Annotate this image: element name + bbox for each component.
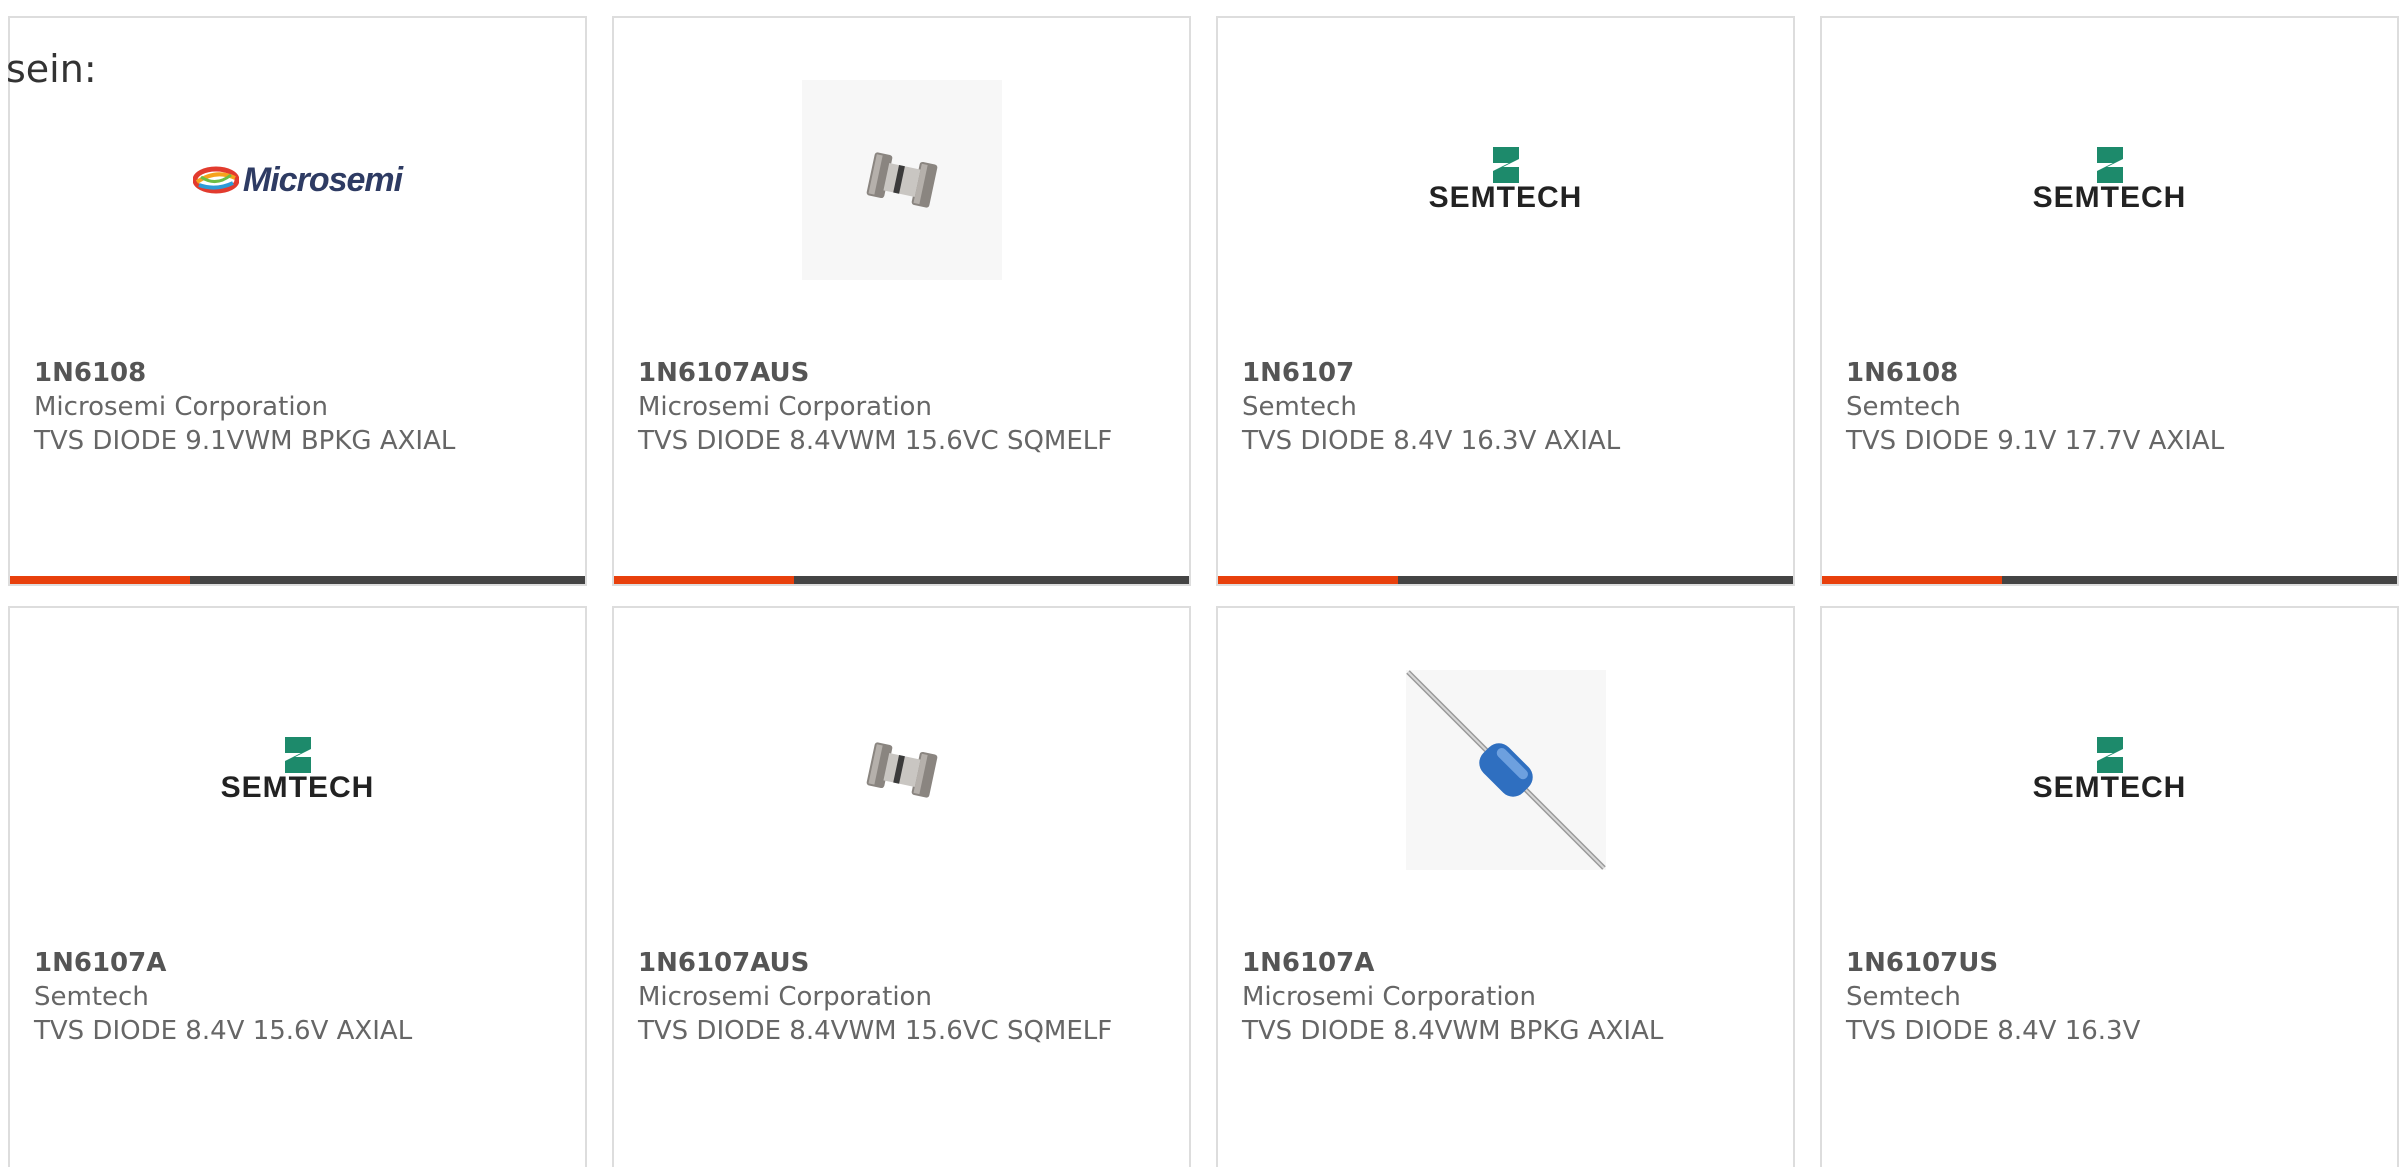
card-accent-bar <box>1822 576 2002 584</box>
melf-diode-photo <box>801 670 1002 870</box>
product-image <box>614 670 1189 870</box>
melf-diode-icon <box>866 152 937 208</box>
card-bottom-bar <box>1822 576 2397 584</box>
description: TVS DIODE 9.1V 17.7V AXIAL <box>1846 426 2225 456</box>
description: TVS DIODE 8.4V 15.6V AXIAL <box>34 1016 413 1046</box>
card-accent-bar <box>1218 576 1398 584</box>
description: TVS DIODE 8.4V 16.3V AXIAL <box>1242 426 1621 456</box>
axial-diode-photo <box>1405 670 1606 870</box>
product-image: SEMTECH <box>1218 80 1793 280</box>
description: TVS DIODE 8.4VWM BPKG AXIAL <box>1242 1016 1664 1046</box>
manufacturer: Semtech <box>1242 392 1357 422</box>
product-info: 1N6107US Semtech TVS DIODE 8.4V 16.3V <box>1846 946 2373 1048</box>
semtech-mark-icon <box>1492 147 1519 183</box>
semtech-mark-icon <box>284 737 311 773</box>
semtech-logo: SEMTECH <box>2033 147 2187 213</box>
semtech-mark-icon <box>2096 147 2123 183</box>
product-grid-page: sein: Microsemi 1N6108 Microsemi Corpora… <box>0 0 2400 1167</box>
product-image <box>1218 670 1793 870</box>
product-info: 1N6107AUS Microsemi Corporation TVS DIOD… <box>638 356 1165 458</box>
product-card[interactable]: 1N6107A Microsemi Corporation TVS DIODE … <box>1216 606 1795 1167</box>
product-grid: Microsemi 1N6108 Microsemi Corporation T… <box>8 16 2399 1167</box>
manufacturer: Semtech <box>1846 982 1961 1012</box>
description: TVS DIODE 9.1VWM BPKG AXIAL <box>34 426 456 456</box>
description: TVS DIODE 8.4VWM 15.6VC SQMELF <box>638 426 1113 456</box>
product-image: SEMTECH <box>1822 80 2397 280</box>
part-number[interactable]: 1N6107AUS <box>638 946 1165 980</box>
part-number[interactable]: 1N6107US <box>1846 946 2373 980</box>
product-image: Microsemi <box>10 80 585 280</box>
card-accent-bar <box>10 576 190 584</box>
product-card[interactable]: 1N6107AUS Microsemi Corporation TVS DIOD… <box>612 16 1191 586</box>
part-number[interactable]: 1N6108 <box>34 356 561 390</box>
manufacturer: Microsemi Corporation <box>638 982 932 1012</box>
semtech-logo: SEMTECH <box>221 737 375 803</box>
manufacturer: Semtech <box>34 982 149 1012</box>
semtech-logo: SEMTECH <box>1429 147 1583 213</box>
manufacturer: Microsemi Corporation <box>1242 982 1536 1012</box>
part-number[interactable]: 1N6107AUS <box>638 356 1165 390</box>
product-card[interactable]: Microsemi 1N6108 Microsemi Corporation T… <box>8 16 587 586</box>
product-image <box>614 80 1189 280</box>
manufacturer: Semtech <box>1846 392 1961 422</box>
intro-text: sein: <box>6 47 97 91</box>
product-card[interactable]: SEMTECH 1N6108 Semtech TVS DIODE 9.1V 17… <box>1820 16 2399 586</box>
manufacturer: Microsemi Corporation <box>34 392 328 422</box>
product-card[interactable]: SEMTECH 1N6107A Semtech TVS DIODE 8.4V 1… <box>8 606 587 1167</box>
manufacturer: Microsemi Corporation <box>638 392 932 422</box>
part-number[interactable]: 1N6107A <box>1242 946 1769 980</box>
product-info: 1N6107AUS Microsemi Corporation TVS DIOD… <box>638 946 1165 1048</box>
product-info: 1N6108 Semtech TVS DIODE 9.1V 17.7V AXIA… <box>1846 356 2373 458</box>
product-info: 1N6107A Microsemi Corporation TVS DIODE … <box>1242 946 1769 1048</box>
part-number[interactable]: 1N6108 <box>1846 356 2373 390</box>
product-card[interactable]: 1N6107AUS Microsemi Corporation TVS DIOD… <box>612 606 1191 1167</box>
description: TVS DIODE 8.4VWM 15.6VC SQMELF <box>638 1016 1113 1046</box>
semtech-logo: SEMTECH <box>2033 737 2187 803</box>
product-info: 1N6107 Semtech TVS DIODE 8.4V 16.3V AXIA… <box>1242 356 1769 458</box>
semtech-mark-icon <box>2096 737 2123 773</box>
part-number[interactable]: 1N6107A <box>34 946 561 980</box>
axial-diode-icon <box>1405 670 1606 870</box>
card-bottom-bar <box>614 576 1189 584</box>
product-image: SEMTECH <box>1822 670 2397 870</box>
melf-diode-photo <box>801 80 1002 280</box>
product-image: SEMTECH <box>10 670 585 870</box>
microsemi-logo: Microsemi <box>192 161 403 200</box>
description: TVS DIODE 8.4V 16.3V <box>1846 1016 2141 1046</box>
melf-diode-icon <box>866 742 937 798</box>
product-info: 1N6108 Microsemi Corporation TVS DIODE 9… <box>34 356 561 458</box>
card-accent-bar <box>614 576 794 584</box>
product-info: 1N6107A Semtech TVS DIODE 8.4V 15.6V AXI… <box>34 946 561 1048</box>
part-number[interactable]: 1N6107 <box>1242 356 1769 390</box>
product-card[interactable]: SEMTECH 1N6107US Semtech TVS DIODE 8.4V … <box>1820 606 2399 1167</box>
card-bottom-bar <box>1218 576 1793 584</box>
microsemi-swirl-icon <box>192 166 239 194</box>
product-card[interactable]: SEMTECH 1N6107 Semtech TVS DIODE 8.4V 16… <box>1216 16 1795 586</box>
card-bottom-bar <box>10 576 585 584</box>
